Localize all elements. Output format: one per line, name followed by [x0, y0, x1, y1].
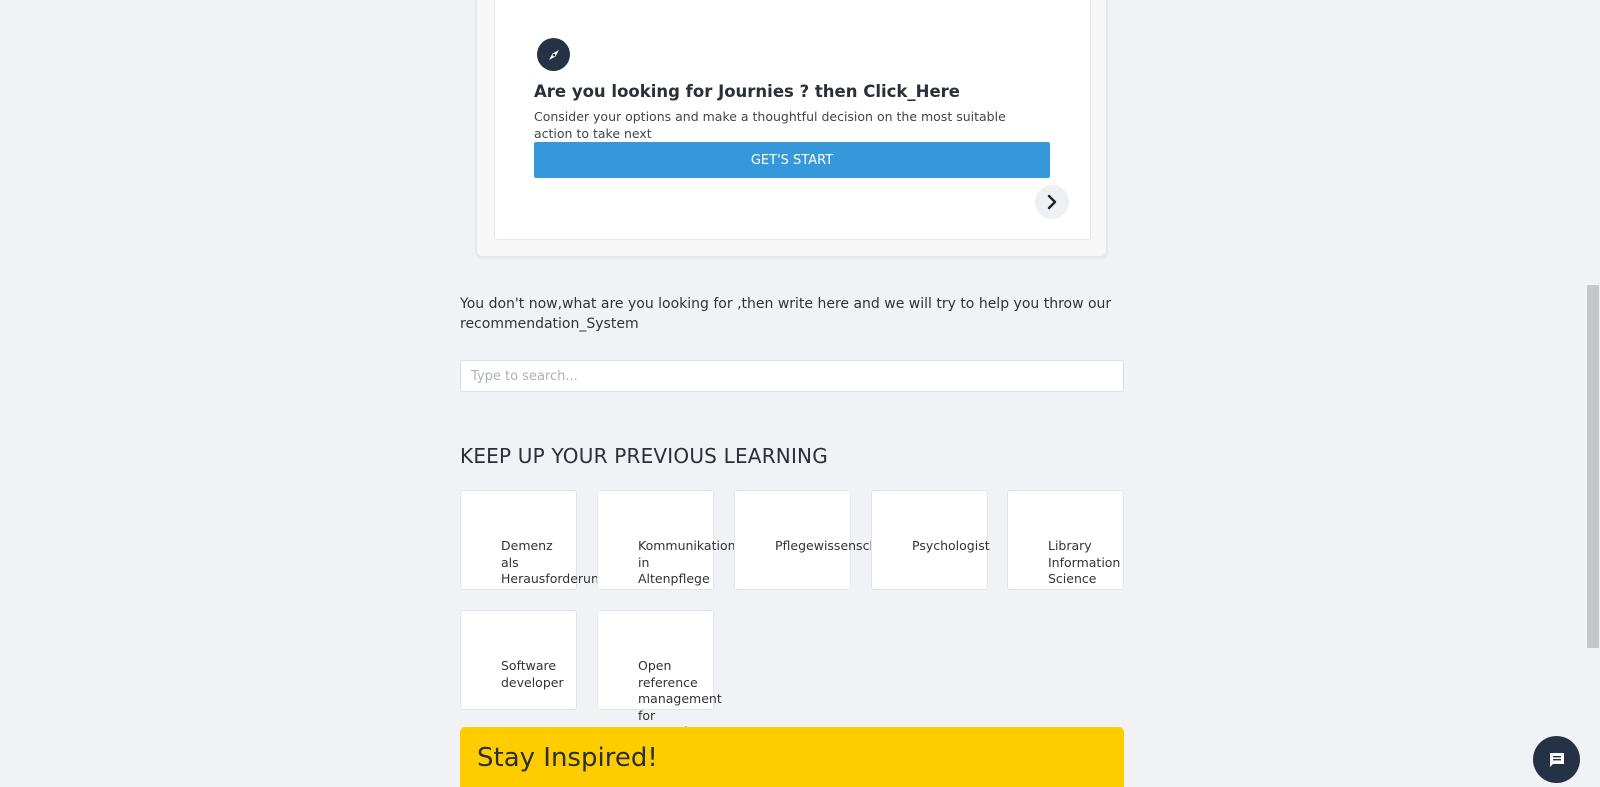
chat-icon	[1549, 752, 1564, 767]
search-input[interactable]	[460, 360, 1124, 392]
journey-card-title: Are you looking for Journies ? then Clic…	[534, 82, 960, 101]
recommendation-prompt: You don't now,what are you looking for ,…	[460, 296, 1112, 332]
compass-icon	[537, 38, 570, 71]
learning-tile[interactable]: Demenz als Herausforderung	[460, 490, 607, 590]
learning-tile-label: Software developer	[501, 658, 564, 690]
chat-button[interactable]	[1533, 736, 1580, 783]
learning-tile[interactable]: Library Information Science	[1007, 490, 1124, 590]
learning-tile[interactable]: Software developer	[460, 610, 577, 710]
next-slide-button[interactable]	[1035, 185, 1069, 219]
section-title-previous-learning: KEEP UP YOUR PREVIOUS LEARNING	[460, 444, 828, 468]
journey-card-description: Consider your options and make a thought…	[534, 109, 1006, 141]
get-start-button[interactable]: GET'S START	[534, 142, 1050, 178]
learning-tile-label: Kommunikation in Altenpflege	[638, 538, 736, 586]
stay-inspired-banner: Stay Inspired!	[460, 727, 1124, 787]
scrollbar[interactable]	[1584, 0, 1600, 787]
learning-tile[interactable]: Psychologist	[871, 490, 990, 590]
chevron-right-icon	[1047, 194, 1057, 210]
learning-tile-label: Demenz als Herausforderung	[501, 538, 607, 586]
learning-tile[interactable]: Open reference management for researcher…	[597, 610, 722, 739]
learning-tile-label: Psychologist	[912, 538, 990, 553]
learning-tile-label: Library Information Science	[1048, 538, 1121, 586]
learning-tile[interactable]: Kommunikation in Altenpflege	[597, 490, 736, 590]
scrollbar-thumb[interactable]	[1587, 285, 1599, 648]
learning-tile-label: Pflegewissenschaft	[775, 538, 895, 553]
learning-tile[interactable]: Pflegewissenschaft	[734, 490, 894, 590]
stay-inspired-title: Stay Inspired!	[477, 743, 658, 773]
